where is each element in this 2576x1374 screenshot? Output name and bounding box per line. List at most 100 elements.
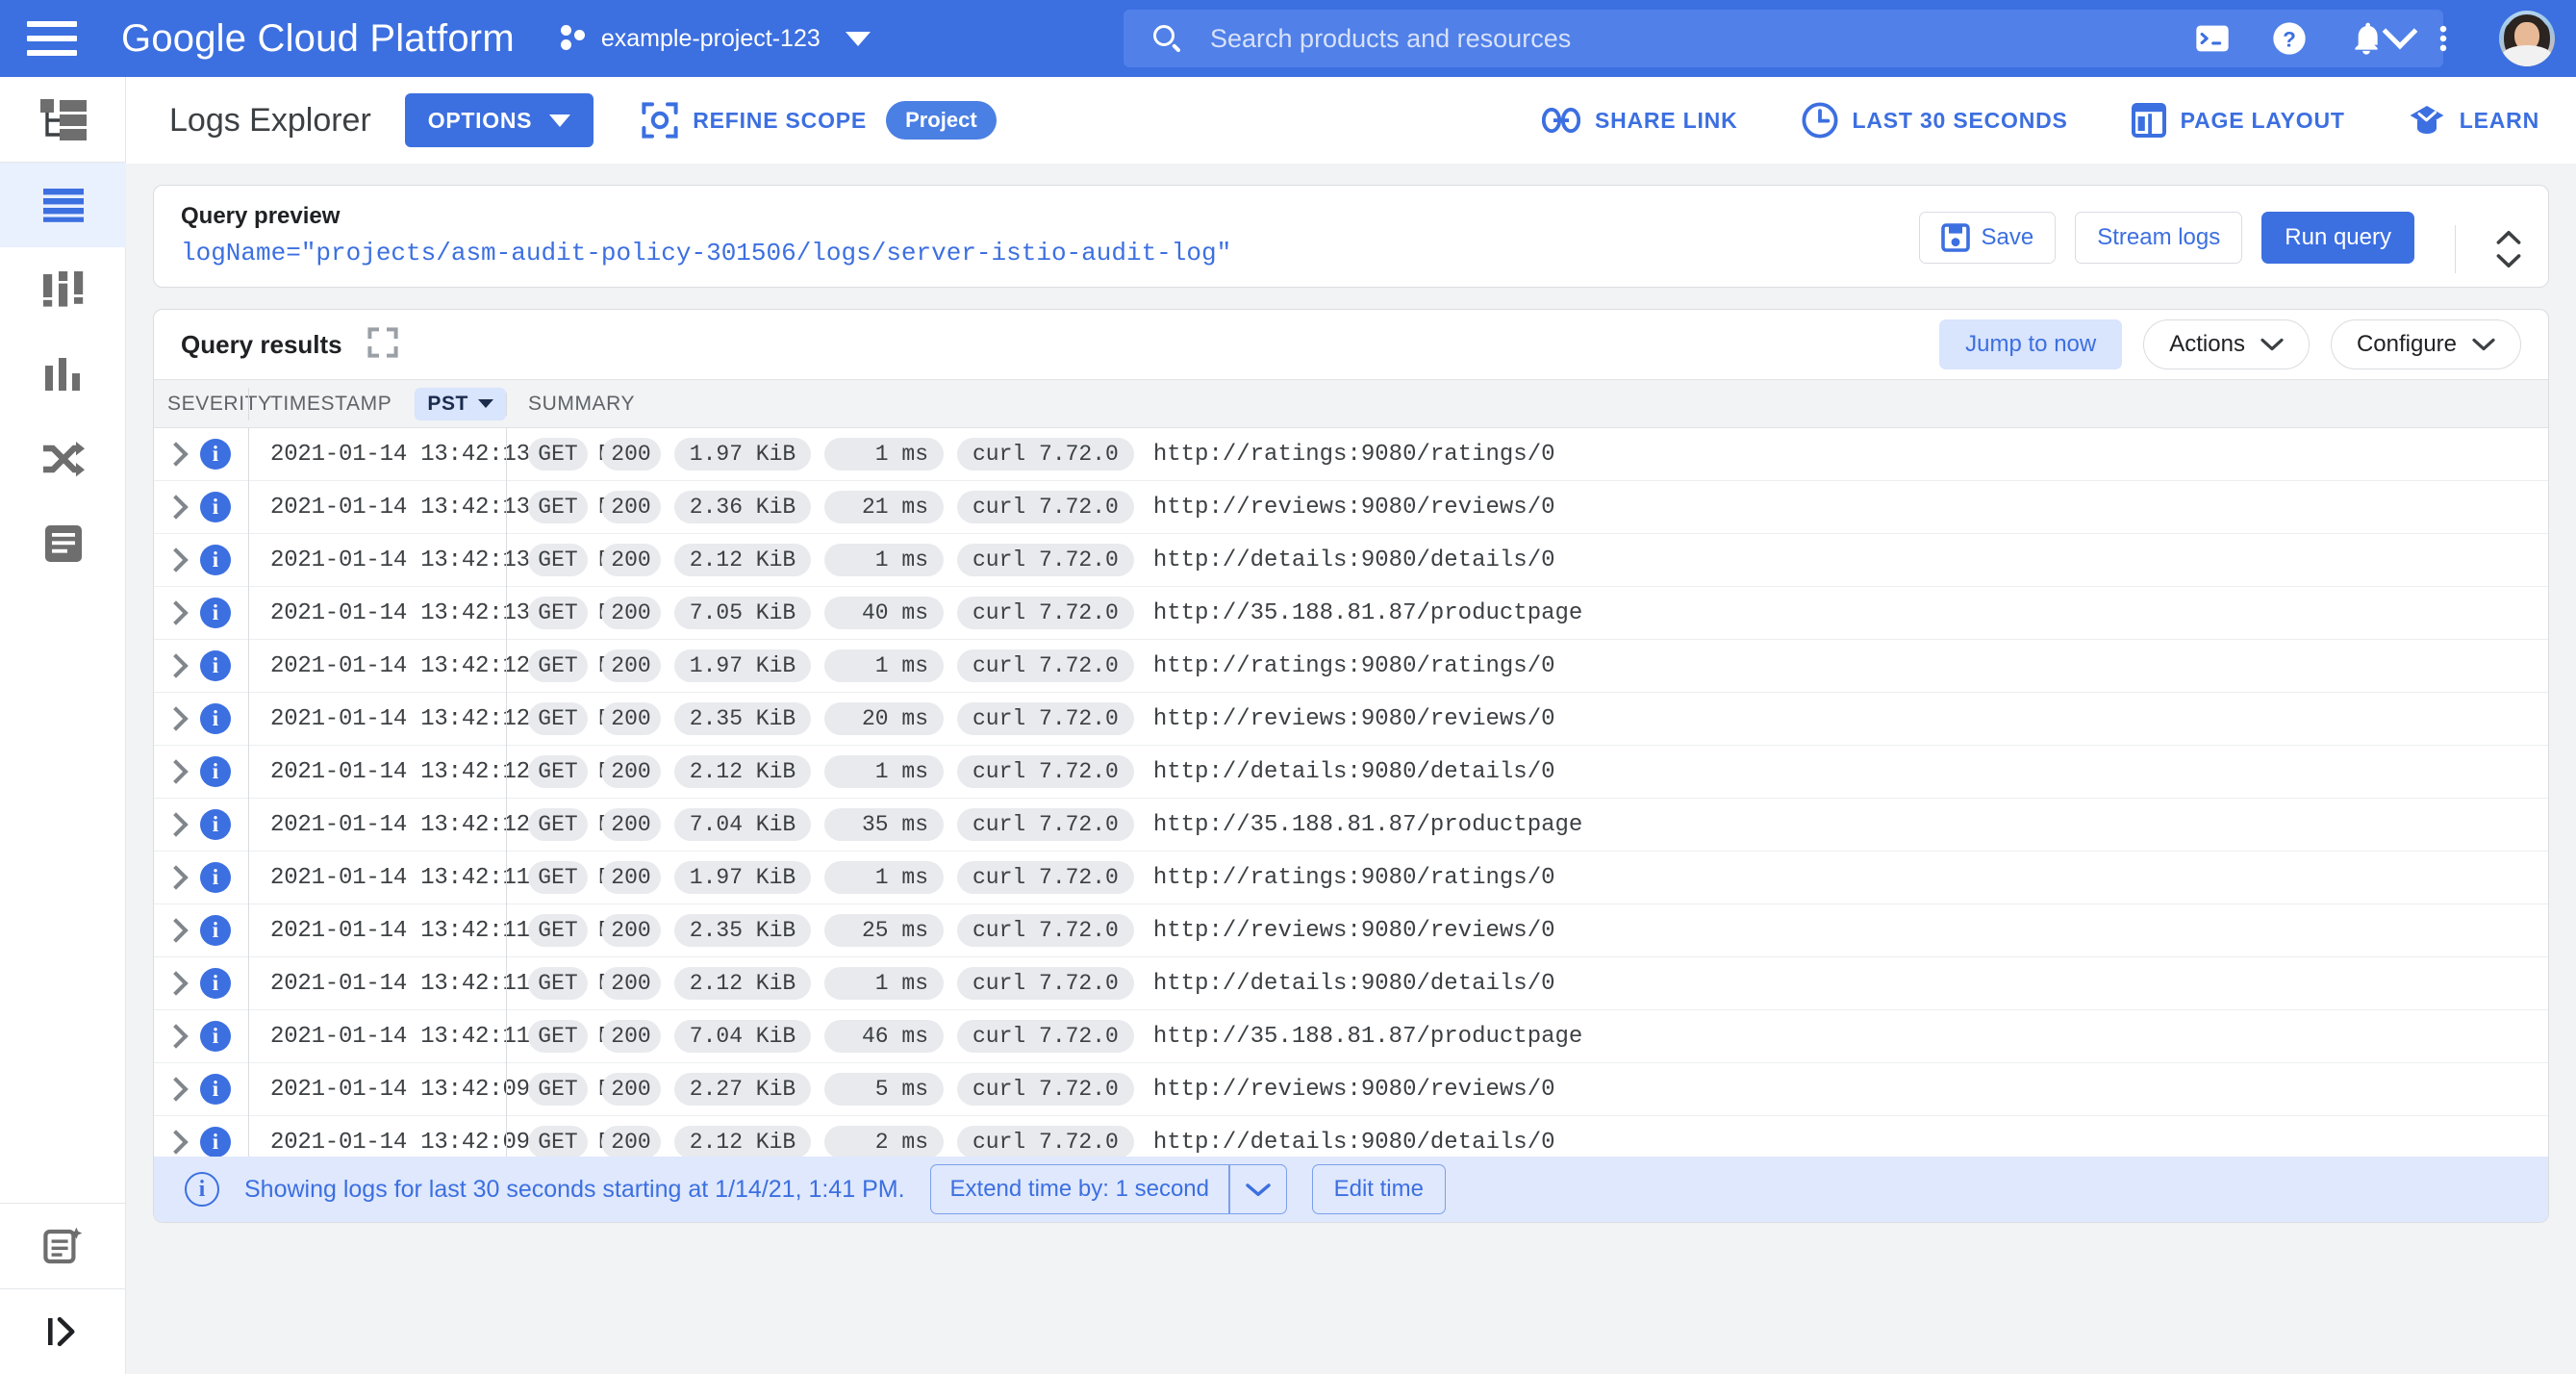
collapse-expand-toggle[interactable]: [2496, 230, 2521, 268]
page-toolbar: Logs Explorer OPTIONS REFINE SCOPE Proje…: [126, 77, 2576, 164]
table-row[interactable]: i 2021-01-14 13:42:13.194 PST GET 200 2.12 K…: [154, 533, 2548, 587]
search-input[interactable]: [1210, 23, 2357, 54]
actions-button[interactable]: Actions: [2143, 319, 2310, 369]
row-timestamp: 2021-01-14 13:42:13.188 PST: [248, 586, 640, 640]
time-info-bar: i Showing logs for last 30 seconds start…: [154, 1157, 2548, 1222]
sidebar-item-logs-storage[interactable]: [0, 501, 126, 586]
table-row[interactable]: i 2021-01-14 13:42:13.222 PST GET 200 1.97 K…: [154, 427, 2548, 481]
row-url: http://details:9080/details/0: [1152, 758, 1555, 785]
expand-row-icon[interactable]: [164, 547, 189, 572]
fullscreen-icon[interactable]: [367, 326, 398, 363]
expand-row-icon[interactable]: [164, 971, 189, 996]
edit-time-button[interactable]: Edit time: [1311, 1164, 1446, 1214]
pill-user-agent: curl 7.72.0: [957, 438, 1134, 471]
more-vert-icon[interactable]: [2422, 17, 2464, 60]
link-icon: [1541, 108, 1580, 133]
pill-status: 200: [601, 755, 661, 788]
extend-time-button[interactable]: Extend time by: 1 second: [929, 1164, 1287, 1214]
help-icon[interactable]: ?: [2268, 17, 2311, 60]
notifications-icon[interactable]: [2345, 17, 2387, 60]
severity-info-icon: i: [200, 1021, 231, 1052]
run-query-button[interactable]: Run query: [2261, 212, 2414, 264]
sidebar-item-logs-dashboard[interactable]: [0, 247, 126, 332]
page-layout-button[interactable]: PAGE LAYOUT: [2131, 103, 2345, 138]
query-preview-text[interactable]: logName="projects/asm-audit-policy-30150…: [181, 239, 1919, 267]
refine-scope-button[interactable]: REFINE SCOPE: [642, 102, 867, 139]
table-header: SEVERITY TIMESTAMP PST SUMMARY: [154, 379, 2548, 428]
save-button[interactable]: Save: [1918, 212, 2057, 264]
column-header-summary: SUMMARY: [506, 392, 2548, 416]
stream-logs-button[interactable]: Stream logs: [2075, 212, 2243, 264]
query-results-header: Query results Jump to now Actions Config…: [154, 310, 2548, 379]
expand-row-icon[interactable]: [164, 1077, 189, 1102]
pill-user-agent: curl 7.72.0: [957, 914, 1134, 947]
time-range-button[interactable]: LAST 30 SECONDS: [1801, 102, 2068, 139]
expand-row-icon[interactable]: [164, 865, 189, 890]
sidebar-item-log-analytics[interactable]: [0, 1204, 126, 1288]
pill-latency: 5 ms: [824, 1073, 944, 1106]
pill-latency: 40 ms: [824, 597, 944, 629]
timezone-selector[interactable]: PST: [415, 387, 506, 420]
cloud-shell-icon[interactable]: [2191, 17, 2234, 60]
pill-method: GET: [528, 1020, 588, 1053]
table-row[interactable]: i 2021-01-14 13:42:11.290 PST GET 200 2.12 K…: [154, 956, 2548, 1010]
table-row[interactable]: i 2021-01-14 13:42:13.188 PST GET 200 7.05 K…: [154, 586, 2548, 640]
query-results-title: Query results: [181, 329, 342, 359]
pill-size: 7.05 KiB: [674, 597, 811, 629]
expand-row-icon[interactable]: [164, 442, 189, 467]
row-timestamp: 2021-01-14 13:42:12.247 PST: [248, 692, 640, 746]
rail-bottom-group: [0, 1203, 126, 1374]
expand-row-icon[interactable]: [164, 918, 189, 943]
table-row[interactable]: i 2021-01-14 13:42:11.304 PST GET 200 2.35 K…: [154, 903, 2548, 957]
table-row[interactable]: i 2021-01-14 13:42:13.205 PST GET 200 2.36 K…: [154, 480, 2548, 534]
sidebar-item-logs-explorer[interactable]: [0, 163, 126, 247]
extend-time-label: Extend time by: 1 second: [949, 1176, 1209, 1202]
configure-button[interactable]: Configure: [2330, 319, 2521, 369]
avatar[interactable]: [2499, 11, 2555, 66]
table-row[interactable]: i 2021-01-14 13:42:12.235 PST GET 200 7.04 K…: [154, 798, 2548, 852]
table-row[interactable]: i 2021-01-14 13:42:12.240 PST GET 200 2.12 K…: [154, 745, 2548, 799]
severity-info-icon: i: [200, 650, 231, 681]
table-row[interactable]: i 2021-01-14 13:42:11.323 PST GET 200 1.97 K…: [154, 851, 2548, 904]
expand-row-icon[interactable]: [164, 812, 189, 837]
expand-row-icon[interactable]: [164, 1130, 189, 1155]
row-summary-cell: GET 200 7.04 KiB 46 ms curl 7.72.0 http://35.…: [506, 1009, 2548, 1063]
hamburger-icon[interactable]: [27, 19, 77, 58]
share-link-button[interactable]: SHARE LINK: [1541, 108, 1738, 134]
pill-size: 2.12 KiB: [674, 967, 811, 1000]
expand-panel-icon[interactable]: [0, 1289, 126, 1374]
table-row[interactable]: i 2021-01-14 13:42:09.826 PST GET 200 2.27 K…: [154, 1062, 2548, 1116]
row-summary-cell: GET 200 2.27 KiB 5 ms curl 7.72.0 http://revi…: [506, 1062, 2548, 1116]
pill-size: 7.04 KiB: [674, 1020, 811, 1053]
scope-chip[interactable]: Project: [886, 101, 997, 140]
sidebar-item-logs-router[interactable]: [0, 417, 126, 501]
time-range-label: LAST 30 SECONDS: [1852, 107, 2068, 133]
pill-size: 2.12 KiB: [674, 1126, 811, 1158]
pill-user-agent: curl 7.72.0: [957, 755, 1134, 788]
expand-row-icon[interactable]: [164, 600, 189, 625]
table-row[interactable]: i 2021-01-14 13:42:11.286 PST GET 200 7.04 K…: [154, 1009, 2548, 1063]
global-header: Google Cloud Platform example-project-12…: [0, 0, 2576, 77]
pill-method: GET: [528, 755, 588, 788]
options-button[interactable]: OPTIONS: [404, 93, 594, 147]
search-icon: [1152, 24, 1181, 53]
pill-status: 200: [601, 1126, 661, 1158]
table-row[interactable]: i 2021-01-14 13:42:12.259 PST GET 200 1.97 K…: [154, 639, 2548, 693]
expand-row-icon[interactable]: [164, 706, 189, 731]
table-row[interactable]: i 2021-01-14 13:42:12.247 PST GET 200 2.35 K…: [154, 692, 2548, 746]
severity-info-icon: i: [200, 1074, 231, 1105]
expand-row-icon[interactable]: [164, 653, 189, 678]
row-timestamp: 2021-01-14 13:42:11.304 PST: [248, 903, 640, 957]
chevron-down-icon[interactable]: [1230, 1165, 1286, 1213]
sidebar-item-metrics[interactable]: [0, 332, 126, 417]
sidebar-item-resource-tree[interactable]: [0, 77, 126, 162]
main-content: Query preview logName="projects/asm-audi…: [126, 164, 2576, 1374]
project-selector[interactable]: example-project-123: [560, 24, 871, 53]
expand-row-icon[interactable]: [164, 495, 189, 520]
expand-row-icon[interactable]: [164, 759, 189, 784]
expand-row-icon[interactable]: [164, 1024, 189, 1049]
learn-button[interactable]: LEARN: [2409, 104, 2539, 137]
pill-user-agent: curl 7.72.0: [957, 808, 1134, 841]
jump-to-now-button[interactable]: Jump to now: [1939, 319, 2123, 369]
row-url: http://ratings:9080/ratings/0: [1152, 441, 1555, 468]
